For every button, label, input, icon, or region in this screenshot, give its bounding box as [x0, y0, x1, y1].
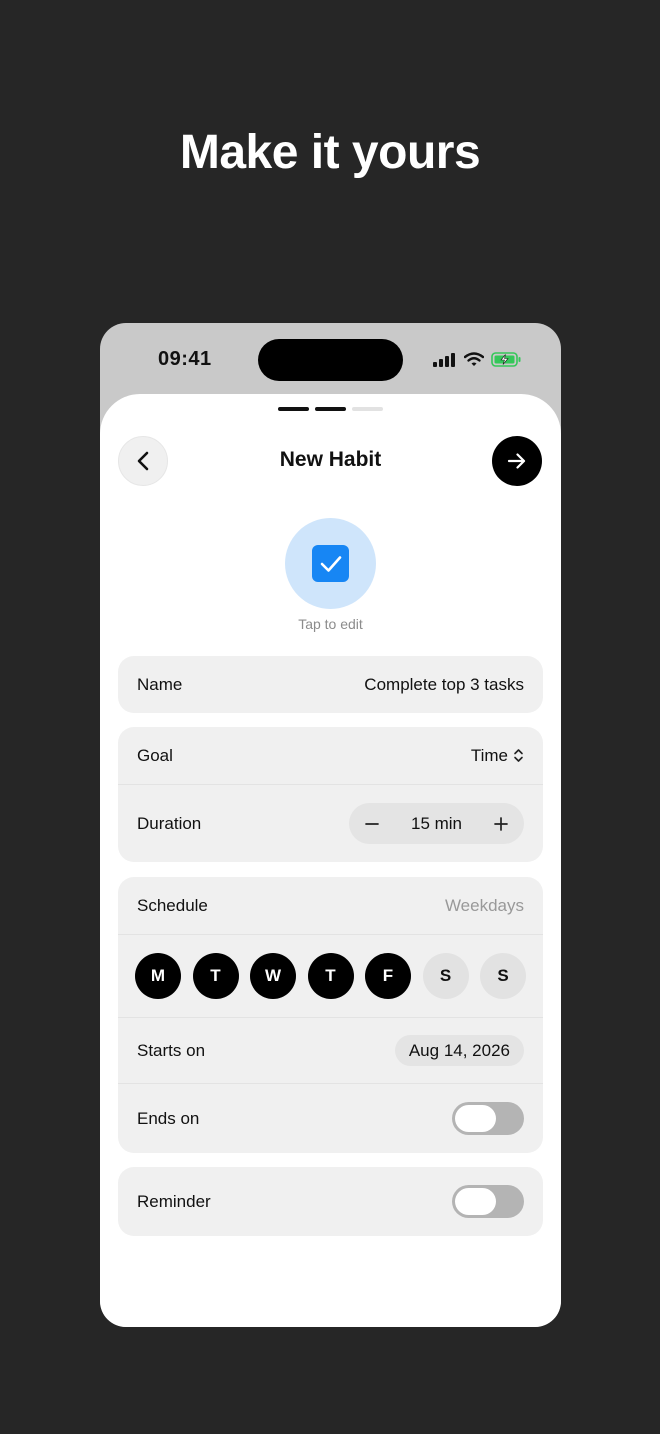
schedule-row[interactable]: Schedule Weekdays — [118, 877, 543, 934]
reminder-toggle[interactable] — [452, 1185, 524, 1218]
progress-step-3 — [352, 407, 383, 411]
step-progress — [100, 407, 561, 411]
name-row[interactable]: Name Complete top 3 tasks — [118, 656, 543, 713]
weekday-picker: M T W T F S S — [118, 934, 543, 1017]
schedule-value: Weekdays — [444, 895, 524, 915]
day-toggle-saturday[interactable]: S — [422, 953, 469, 999]
habit-icon-button[interactable] — [285, 518, 376, 609]
plus-icon — [494, 816, 508, 831]
start-date-picker[interactable]: Aug 14, 2026 — [394, 1035, 524, 1066]
name-label: Name — [137, 674, 183, 694]
toggle-knob — [455, 1188, 496, 1215]
duration-label: Duration — [137, 813, 202, 833]
duration-stepper: 15 min — [349, 803, 524, 844]
arrow-right-icon — [507, 453, 526, 469]
status-time: 09:41 — [158, 348, 212, 370]
minus-icon — [365, 822, 379, 825]
wifi-icon — [464, 352, 484, 366]
duration-row: Duration 15 min — [118, 784, 543, 862]
goal-card: Goal Time Duration 15 min — [118, 727, 543, 862]
icon-caption: Tap to edit — [298, 616, 363, 632]
cellular-signal-icon — [433, 352, 455, 367]
reminder-row: Reminder — [118, 1167, 543, 1236]
day-toggle-wednesday[interactable]: W — [250, 953, 296, 999]
phone-mockup: 09:41 New Habit Tap to edit Name Complet… — [100, 323, 561, 1327]
decrement-button[interactable] — [363, 815, 381, 833]
increment-button[interactable] — [492, 815, 510, 833]
schedule-label: Schedule — [137, 895, 208, 915]
status-icons — [433, 352, 521, 367]
battery-charging-icon — [491, 352, 521, 367]
name-value: Complete top 3 tasks — [364, 674, 524, 694]
dynamic-island — [258, 339, 403, 381]
reminder-card: Reminder — [118, 1167, 543, 1236]
starts-on-label: Starts on — [137, 1040, 206, 1060]
goal-value: Time — [470, 745, 508, 765]
ends-on-row: Ends on — [118, 1083, 543, 1153]
headline: Make it yours — [179, 126, 481, 179]
ends-on-toggle[interactable] — [452, 1102, 524, 1135]
goal-row[interactable]: Goal Time — [118, 727, 543, 784]
day-toggle-friday[interactable]: F — [365, 953, 411, 999]
ends-on-label: Ends on — [137, 1108, 200, 1128]
goal-select[interactable]: Time — [471, 746, 524, 766]
schedule-card: Schedule Weekdays M T W T F S S Starts o… — [118, 877, 543, 1153]
progress-step-1 — [278, 407, 309, 411]
day-toggle-thursday[interactable]: T — [307, 953, 354, 999]
goal-label: Goal — [137, 745, 173, 765]
toggle-knob — [455, 1105, 496, 1132]
name-card: Name Complete top 3 tasks — [118, 656, 543, 713]
starts-on-row: Starts on Aug 14, 2026 — [118, 1017, 543, 1083]
duration-value: 15 min — [410, 813, 463, 833]
progress-step-2 — [315, 407, 346, 411]
reminder-label: Reminder — [137, 1191, 211, 1211]
next-button[interactable] — [492, 436, 542, 486]
checkmark-square-icon — [312, 545, 349, 582]
day-toggle-sunday[interactable]: S — [480, 953, 526, 999]
chevron-up-down-icon — [514, 749, 523, 762]
day-toggle-monday[interactable]: M — [135, 953, 181, 999]
day-toggle-tuesday[interactable]: T — [192, 953, 239, 999]
new-habit-sheet: New Habit Tap to edit Name Complete top … — [100, 394, 561, 1327]
